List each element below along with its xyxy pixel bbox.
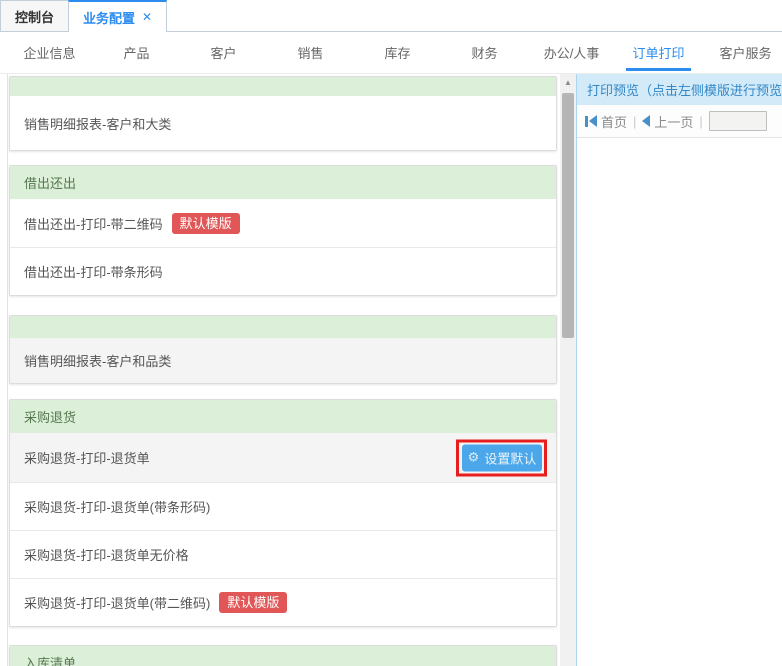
first-page-label: 首页 — [601, 112, 627, 131]
first-page-button[interactable]: 首页 — [585, 112, 627, 131]
pager-separator: | — [633, 114, 636, 129]
group-header: 入库清单 — [10, 646, 556, 666]
template-row-label: 借出还出-打印-带二维码 — [24, 214, 163, 233]
nav-item-sales[interactable]: 销售 — [267, 32, 354, 73]
group-header — [10, 77, 556, 96]
prev-page-button[interactable]: 上一页 — [642, 112, 693, 131]
nav-item-inventory[interactable]: 库存 — [354, 32, 441, 73]
nav-item-customer[interactable]: 客户 — [180, 32, 267, 73]
template-row[interactable]: 借出还出-打印-带条形码 — [10, 247, 556, 295]
nav-item-enterprise-info[interactable]: 企业信息 — [6, 32, 93, 73]
template-row[interactable]: 销售明细报表-客户和大类 — [10, 96, 556, 150]
window-tab-bar: 控制台 业务配置 ✕ — [0, 0, 782, 32]
print-preview-pane: 打印预览（点击左侧模版进行预览） 首页 | 上一页 | — [576, 74, 782, 666]
group-header-label: 借出还出 — [24, 173, 76, 192]
first-page-icon — [585, 115, 597, 127]
group-header-label: 入库清单 — [24, 653, 76, 666]
template-row-label: 销售明细报表-客户和品类 — [24, 351, 171, 370]
nav-label: 订单打印 — [632, 43, 684, 62]
prev-page-label: 上一页 — [654, 112, 693, 131]
nav-label: 库存 — [384, 43, 410, 62]
nav-item-customer-service[interactable]: 客户服务 — [702, 32, 782, 73]
tab-console-label: 控制台 — [15, 7, 54, 26]
template-group: 采购退货 采购退货-打印-退货单 ⚙ 设置默认 采购退货-打印-退货单(带条形码… — [9, 399, 557, 627]
template-group: 销售明细报表-客户和大类 — [9, 76, 557, 151]
preview-pager-toolbar: 首页 | 上一页 | — [577, 105, 782, 138]
close-icon[interactable]: ✕ — [142, 10, 152, 24]
default-template-badge: 默认模版 — [172, 213, 240, 234]
set-default-button-label: 设置默认 — [484, 448, 536, 467]
template-row-label: 借出还出-打印-带条形码 — [24, 262, 163, 281]
preview-canvas — [577, 138, 782, 666]
template-row[interactable]: 借出还出-打印-带二维码 默认模版 — [10, 199, 556, 247]
preview-header-title: 打印预览（点击左侧模版进行预览） — [587, 80, 782, 99]
template-row[interactable]: 采购退货-打印-退货单(带二维码) 默认模版 — [10, 578, 556, 626]
nav-item-product[interactable]: 产品 — [93, 32, 180, 73]
template-row[interactable]: 采购退货-打印-退货单 ⚙ 设置默认 — [10, 433, 556, 482]
group-header: 采购退货 — [10, 400, 556, 433]
template-row-label: 采购退货-打印-退货单(带条形码) — [24, 497, 210, 516]
prev-page-icon — [642, 115, 650, 127]
template-row[interactable]: 采购退货-打印-退货单(带条形码) — [10, 482, 556, 530]
module-nav: 企业信息 产品 客户 销售 库存 财务 办公/人事 订单打印 客户服务 — [0, 32, 782, 74]
template-row[interactable]: 销售明细报表-客户和品类 — [10, 338, 556, 383]
group-header — [10, 316, 556, 338]
template-row[interactable]: 采购退货-打印-退货单无价格 — [10, 530, 556, 578]
tab-console[interactable]: 控制台 — [0, 0, 68, 31]
group-header: 借出还出 — [10, 166, 556, 199]
template-group: 入库清单 — [9, 645, 557, 666]
nav-label: 财务 — [471, 43, 497, 62]
nav-label: 办公/人事 — [544, 43, 600, 62]
scrollbar-thumb[interactable] — [562, 93, 574, 338]
nav-item-order-print[interactable]: 订单打印 — [615, 32, 702, 73]
default-template-badge: 默认模版 — [219, 592, 287, 613]
nav-label: 客户服务 — [719, 43, 771, 62]
preview-header: 打印预览（点击左侧模版进行预览） — [577, 74, 782, 105]
template-group: 借出还出 借出还出-打印-带二维码 默认模版 借出还出-打印-带条形码 — [9, 165, 557, 296]
vertical-scrollbar[interactable]: ▲ — [560, 74, 576, 666]
tab-business-config-label: 业务配置 — [83, 8, 135, 27]
template-row-label: 采购退货-打印-退货单 — [24, 448, 150, 467]
nav-label: 企业信息 — [23, 43, 75, 62]
gear-icon: ⚙ — [468, 450, 480, 466]
tab-business-config[interactable]: 业务配置 ✕ — [68, 0, 167, 32]
nav-label: 销售 — [297, 43, 323, 62]
nav-label: 客户 — [210, 43, 236, 62]
group-header-label: 采购退货 — [24, 407, 76, 426]
nav-label: 产品 — [123, 43, 149, 62]
nav-item-office-hr[interactable]: 办公/人事 — [528, 32, 615, 73]
template-group: 销售明细报表-客户和品类 — [9, 315, 557, 384]
page-number-input[interactable] — [709, 111, 767, 131]
template-list-pane: 销售明细报表-客户和大类 借出还出 借出还出-打印-带二维码 默认模版 借出还出… — [7, 74, 567, 666]
pager-separator: | — [699, 114, 702, 129]
nav-item-finance[interactable]: 财务 — [441, 32, 528, 73]
set-default-button[interactable]: ⚙ 设置默认 — [462, 444, 542, 471]
scroll-up-arrow-icon[interactable]: ▲ — [560, 74, 576, 91]
main-area: 销售明细报表-客户和大类 借出还出 借出还出-打印-带二维码 默认模版 借出还出… — [0, 74, 782, 666]
template-row-label: 采购退货-打印-退货单(带二维码) — [24, 593, 210, 612]
template-row-label: 销售明细报表-客户和大类 — [24, 114, 171, 133]
template-row-label: 采购退货-打印-退货单无价格 — [24, 545, 189, 564]
